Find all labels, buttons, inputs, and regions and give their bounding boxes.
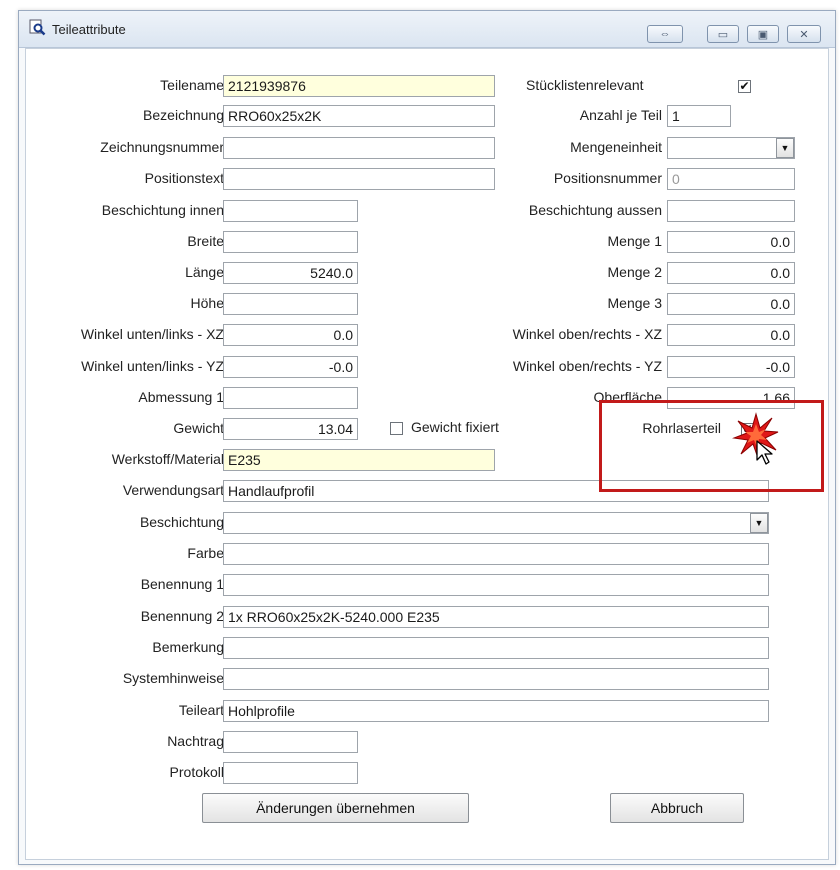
benennung1-field[interactable] — [223, 574, 769, 596]
systemhinweise-field[interactable] — [223, 668, 769, 690]
cancel-button[interactable]: Abbruch — [610, 793, 744, 823]
werkstoff-field[interactable]: E235 — [223, 449, 495, 471]
search-document-icon — [29, 19, 46, 36]
bezeichnung-field[interactable]: RRO60x25x2K — [223, 105, 495, 127]
benennung2-label: Benennung 2 — [140, 608, 224, 624]
breite-field[interactable] — [223, 231, 358, 253]
laenge-field[interactable]: 5240.0 — [223, 262, 358, 284]
anzahl-label: Anzahl je Teil — [579, 107, 662, 123]
close-button[interactable]: ✕ — [787, 25, 821, 43]
swap-icon: ⇔ — [659, 28, 671, 40]
winkel-or-xz-field[interactable]: 0.0 — [667, 324, 795, 346]
chevron-down-icon: ▼ — [780, 143, 790, 153]
bemerkung-field[interactable] — [223, 637, 769, 659]
maximize-button[interactable]: ▣ — [747, 25, 779, 43]
gewicht-fixiert-checkbox[interactable] — [390, 422, 403, 435]
beschichtung-dropdown-button[interactable]: ▼ — [750, 513, 768, 533]
zeichnungsnummer-field[interactable] — [223, 137, 495, 159]
beschichtung-select[interactable] — [223, 512, 769, 534]
stuecklistenrelevant-label: Stücklistenrelevant — [526, 77, 644, 93]
close-icon: ✕ — [799, 28, 809, 41]
abmessung1-field[interactable] — [223, 387, 358, 409]
teileart-label: Teileart — [178, 702, 224, 718]
menge3-label: Menge 3 — [607, 295, 662, 311]
werkstoff-label: Werkstoff/Material — [111, 451, 224, 467]
abmessung1-label: Abmessung 1 — [138, 389, 224, 405]
teileart-field[interactable]: Hohlprofile — [223, 700, 769, 722]
beschichtung-innen-label: Beschichtung innen — [101, 202, 224, 218]
farbe-field[interactable] — [223, 543, 769, 565]
protokoll-field[interactable] — [223, 762, 358, 784]
window-title: Teileattribute — [52, 22, 126, 37]
beschichtung-aussen-field[interactable] — [667, 200, 795, 222]
winkel-or-yz-label: Winkel oben/rechts - YZ — [512, 358, 662, 374]
laenge-label: Länge — [185, 264, 224, 280]
nachtrag-label: Nachtrag — [167, 733, 224, 749]
menge2-label: Menge 2 — [607, 264, 662, 280]
maximize-icon: ▣ — [757, 28, 769, 41]
benennung1-label: Benennung 1 — [140, 576, 224, 592]
highlight-box — [599, 400, 824, 492]
title-bar[interactable]: Teileattribute ⇔ ▭ ▣ ✕ — [19, 11, 835, 48]
positionsnummer-label: Positionsnummer — [553, 170, 662, 186]
teilename-label: Teilename — [160, 77, 224, 93]
protokoll-label: Protokoll — [169, 764, 224, 780]
mouse-pointer-icon — [756, 440, 773, 465]
teilename-field[interactable]: 2121939876 — [223, 75, 495, 97]
positionstext-label: Positionstext — [144, 170, 224, 186]
winkel-or-yz-field[interactable]: -0.0 — [667, 356, 795, 378]
stuecklistenrelevant-checkbox[interactable]: ✔ — [738, 80, 751, 93]
nachtrag-field[interactable] — [223, 731, 358, 753]
farbe-label: Farbe — [187, 545, 224, 561]
winkel-ul-yz-label: Winkel unten/links - YZ — [81, 358, 224, 374]
bemerkung-label: Bemerkung — [152, 639, 224, 655]
gewicht-label: Gewicht — [173, 420, 224, 436]
menge2-field[interactable]: 0.0 — [667, 262, 795, 284]
restore-button[interactable]: ⇔ — [647, 25, 683, 43]
gewicht-fixiert-label: Gewicht fixiert — [411, 419, 499, 435]
bezeichnung-label: Bezeichnung — [143, 107, 224, 123]
zeichnungsnummer-label: Zeichnungsnummer — [100, 139, 224, 155]
chevron-down-icon: ▼ — [754, 518, 764, 528]
beschichtung-aussen-label: Beschichtung aussen — [528, 202, 662, 218]
mengeneinheit-dropdown-button[interactable]: ▼ — [776, 138, 794, 158]
menge1-field[interactable]: 0.0 — [667, 231, 795, 253]
winkel-ul-xz-field[interactable]: 0.0 — [223, 324, 358, 346]
hoehe-field[interactable] — [223, 293, 358, 315]
anzahl-field[interactable]: 1 — [667, 105, 731, 127]
winkel-or-xz-label: Winkel oben/rechts - XZ — [512, 326, 662, 342]
benennung2-field[interactable]: 1x RRO60x25x2K-5240.000 E235 — [223, 606, 769, 628]
positionsnummer-field: 0 — [667, 168, 795, 190]
beschichtung-label: Beschichtung — [139, 514, 224, 530]
breite-label: Breite — [187, 233, 224, 249]
apply-changes-button[interactable]: Änderungen übernehmen — [202, 793, 469, 823]
mengeneinheit-label: Mengeneinheit — [570, 139, 662, 155]
gewicht-field[interactable]: 13.04 — [223, 418, 358, 440]
systemhinweise-label: Systemhinweise — [122, 670, 224, 686]
hoehe-label: Höhe — [190, 295, 224, 311]
minimize-button[interactable]: ▭ — [707, 25, 739, 43]
winkel-ul-xz-label: Winkel unten/links - XZ — [80, 326, 224, 342]
menge3-field[interactable]: 0.0 — [667, 293, 795, 315]
menge1-label: Menge 1 — [607, 233, 662, 249]
winkel-ul-yz-field[interactable]: -0.0 — [223, 356, 358, 378]
positionstext-field[interactable] — [223, 168, 495, 190]
minimize-icon: ▭ — [717, 28, 729, 41]
beschichtung-innen-field[interactable] — [223, 200, 358, 222]
verwendungsart-label: Verwendungsart — [122, 482, 224, 498]
